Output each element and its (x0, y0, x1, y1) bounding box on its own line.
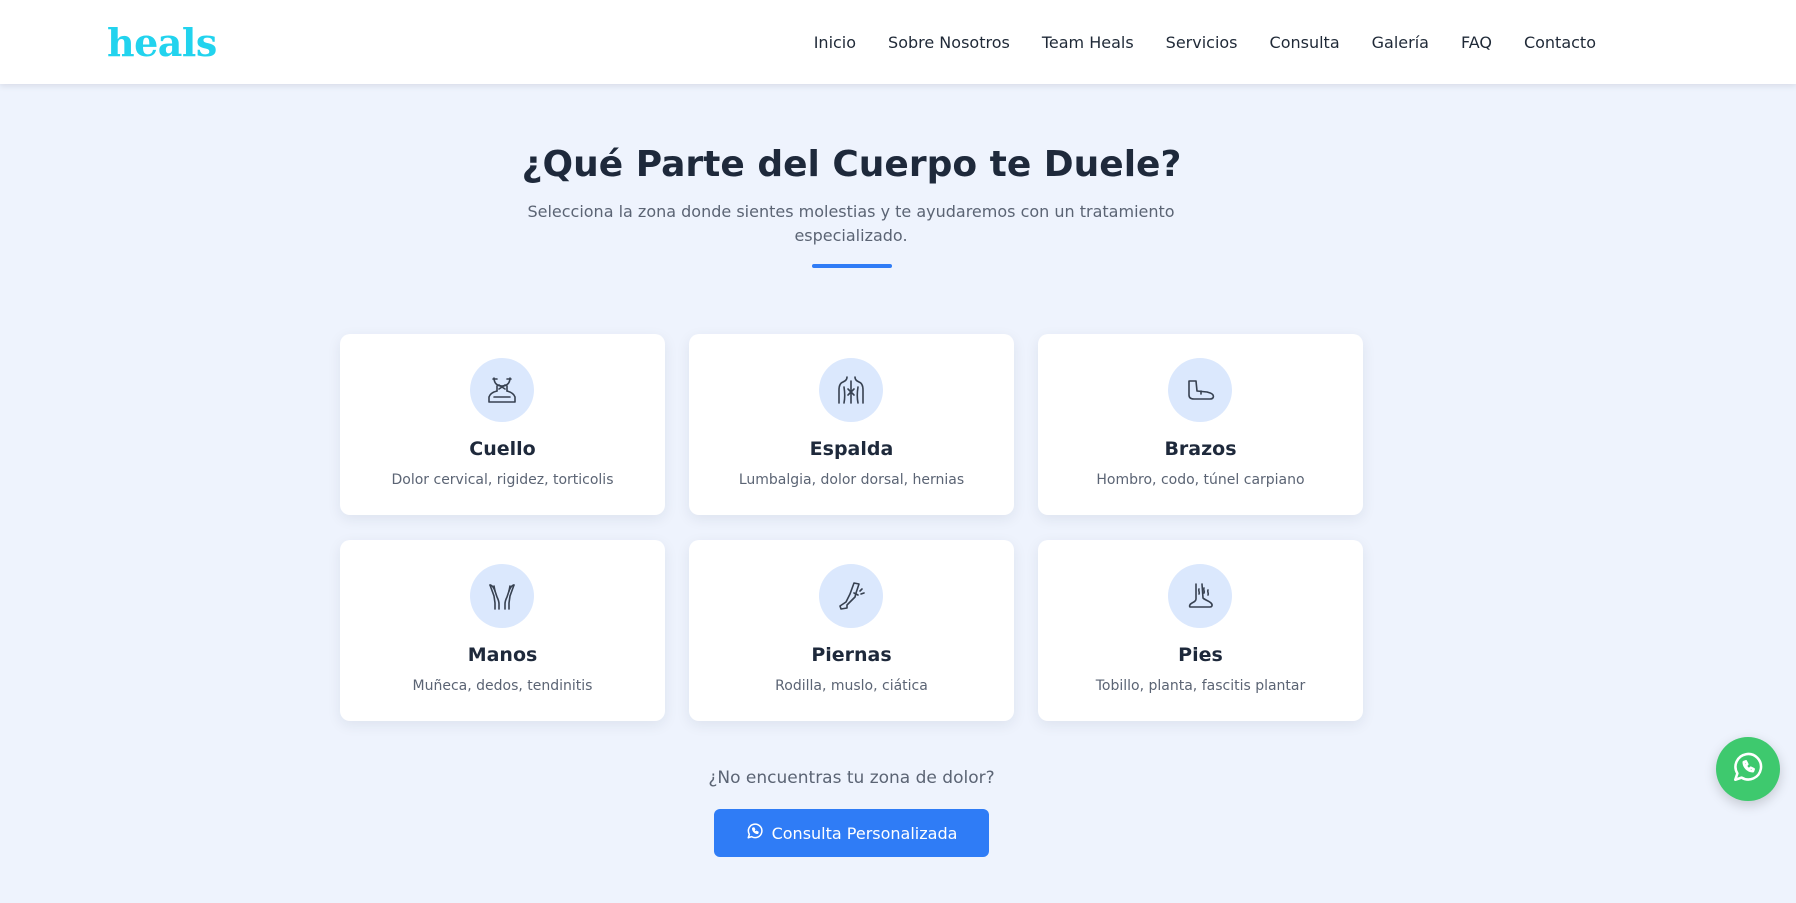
card-description: Hombro, codo, túnel carpiano (1096, 472, 1305, 488)
neck-icon (470, 358, 534, 422)
cta-question: ¿No encuentras tu zona de dolor? (708, 768, 995, 788)
main-nav: Inicio Sobre Nosotros Team Heals Servici… (814, 0, 1596, 84)
nav-link-faq[interactable]: FAQ (1461, 33, 1492, 52)
leg-icon (819, 564, 883, 628)
nav-link-servicios[interactable]: Servicios (1166, 33, 1238, 52)
card-pies[interactable]: Pies Tobillo, planta, fascitis plantar (1038, 540, 1363, 721)
card-description: Rodilla, muslo, ciática (775, 678, 928, 694)
logo[interactable]: heals (107, 20, 217, 65)
body-zone-section: ¿Qué Parte del Cuerpo te Duele? Seleccio… (0, 84, 1796, 903)
card-title: Espalda (809, 438, 894, 460)
nav-link-sobre-nosotros[interactable]: Sobre Nosotros (888, 33, 1010, 52)
whatsapp-float-button[interactable] (1716, 737, 1780, 801)
consulta-personalizada-button[interactable]: Consulta Personalizada (714, 809, 989, 857)
nav-link-consulta[interactable]: Consulta (1270, 33, 1340, 52)
card-description: Lumbalgia, dolor dorsal, hernias (738, 472, 965, 488)
card-description: Muñeca, dedos, tendinitis (412, 678, 593, 694)
card-title: Manos (467, 644, 538, 666)
card-manos[interactable]: Manos Muñeca, dedos, tendinitis (340, 540, 665, 721)
back-icon (819, 358, 883, 422)
card-title: Pies (1178, 644, 1223, 666)
card-description: Dolor cervical, rigidez, torticolis (391, 472, 614, 488)
foot-icon (1168, 564, 1232, 628)
nav-link-galeria[interactable]: Galería (1372, 33, 1429, 52)
card-espalda[interactable]: Espalda Lumbalgia, dolor dorsal, hernias (689, 334, 1014, 515)
card-piernas[interactable]: Piernas Rodilla, muslo, ciática (689, 540, 1014, 721)
hands-icon (470, 564, 534, 628)
nav-link-team-heals[interactable]: Team Heals (1042, 33, 1134, 52)
nav-link-contacto[interactable]: Contacto (1524, 33, 1596, 52)
whatsapp-icon (746, 822, 764, 844)
card-title: Cuello (469, 438, 536, 460)
card-title: Piernas (811, 644, 892, 666)
title-underline (812, 264, 892, 268)
section-title: ¿Qué Parte del Cuerpo te Duele? (521, 144, 1182, 185)
card-title: Brazos (1164, 438, 1237, 460)
arm-icon (1168, 358, 1232, 422)
card-description: Tobillo, planta, fascitis plantar (1095, 678, 1306, 694)
card-brazos[interactable]: Brazos Hombro, codo, túnel carpiano (1038, 334, 1363, 515)
site-header: heals Inicio Sobre Nosotros Team Heals S… (0, 0, 1796, 84)
card-cuello[interactable]: Cuello Dolor cervical, rigidez, torticol… (340, 334, 665, 515)
nav-link-inicio[interactable]: Inicio (814, 33, 856, 52)
cta-button-label: Consulta Personalizada (771, 823, 958, 843)
whatsapp-icon (1731, 750, 1765, 788)
section-subtitle: Selecciona la zona donde sientes molesti… (527, 202, 1175, 245)
